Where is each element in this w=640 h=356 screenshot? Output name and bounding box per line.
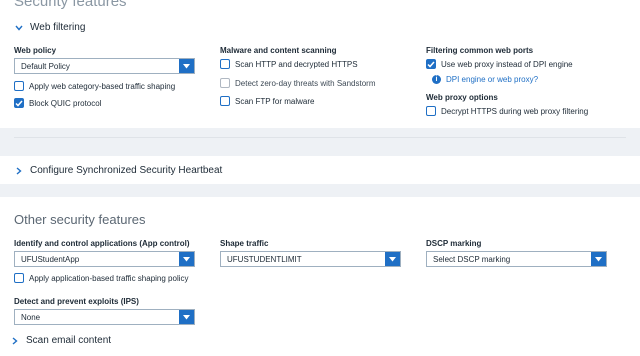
security-features-heading: Security features <box>14 0 127 10</box>
block-quic-label: Block QUIC protocol <box>29 98 102 108</box>
scan-http-label: Scan HTTP and decrypted HTTPS <box>235 59 358 69</box>
scan-http-checkbox[interactable] <box>220 59 230 69</box>
heartbeat-toggle[interactable]: Configure Synchronized Security Heartbea… <box>14 165 222 176</box>
malware-scanning-label: Malware and content scanning <box>220 46 337 55</box>
block-quic-option[interactable]: Block QUIC protocol <box>14 98 101 108</box>
dscp-select[interactable]: Select DSCP marking <box>426 251 607 267</box>
filtering-ports-label: Filtering common web ports <box>426 46 534 55</box>
shape-traffic-label: Shape traffic <box>220 239 269 248</box>
use-proxy-label: Use web proxy instead of DPI engine <box>441 59 573 69</box>
security-features-panel: Security features Web filtering Web poli… <box>0 0 640 128</box>
apply-category-shaping-option[interactable]: Apply web category-based traffic shaping <box>14 81 175 91</box>
scan-ftp-label: Scan FTP for malware <box>235 96 315 106</box>
dpi-help-link-row[interactable]: i DPI engine or web proxy? <box>432 75 538 84</box>
block-quic-checkbox[interactable] <box>14 98 24 108</box>
detect-zero-day-option[interactable]: Detect zero-day threats with Sandstorm <box>220 78 376 88</box>
app-shaping-checkbox[interactable] <box>14 273 24 283</box>
detect-zero-day-checkbox[interactable] <box>220 78 230 88</box>
web-filtering-toggle[interactable]: Web filtering <box>14 22 85 33</box>
chevron-down-icon <box>14 23 24 33</box>
apply-category-shaping-checkbox[interactable] <box>14 81 24 91</box>
dpi-help-link[interactable]: DPI engine or web proxy? <box>446 75 538 84</box>
web-filtering-label: Web filtering <box>30 22 86 33</box>
decrypt-https-label: Decrypt HTTPS during web proxy filtering <box>441 106 589 116</box>
web-policy-select[interactable]: Default Policy <box>14 58 195 74</box>
decrypt-https-checkbox[interactable] <box>426 106 436 116</box>
section-divider <box>14 137 626 138</box>
web-policy-value: Default Policy <box>21 61 70 71</box>
app-shaping-label: Apply application-based traffic shaping … <box>29 273 189 283</box>
app-shaping-option[interactable]: Apply application-based traffic shaping … <box>14 273 189 283</box>
scan-email-label: Scan email content <box>26 335 112 346</box>
decrypt-https-option[interactable]: Decrypt HTTPS during web proxy filtering <box>426 106 588 116</box>
use-proxy-option[interactable]: Use web proxy instead of DPI engine <box>426 59 573 69</box>
scan-email-toggle[interactable]: Scan email content <box>10 335 111 346</box>
scan-ftp-option[interactable]: Scan FTP for malware <box>220 96 314 106</box>
web-policy-label: Web policy <box>14 46 57 55</box>
other-features-heading: Other security features <box>14 212 146 227</box>
info-icon: i <box>432 75 441 84</box>
scan-http-option[interactable]: Scan HTTP and decrypted HTTPS <box>220 59 358 69</box>
dscp-label: DSCP marking <box>426 239 482 248</box>
ips-select[interactable]: None <box>14 309 195 325</box>
chevron-down-icon <box>591 252 606 266</box>
chevron-down-icon <box>179 59 194 73</box>
shape-traffic-select[interactable]: UFUSTUDENTLIMIT <box>220 251 401 267</box>
proxy-options-label: Web proxy options <box>426 93 498 102</box>
apply-category-shaping-label: Apply web category-based traffic shaping <box>29 81 176 91</box>
shape-traffic-value: UFUSTUDENTLIMIT <box>227 254 302 264</box>
dscp-value: Select DSCP marking <box>433 254 511 264</box>
use-proxy-checkbox[interactable] <box>426 59 436 69</box>
scan-ftp-checkbox[interactable] <box>220 96 230 106</box>
chevron-right-icon <box>14 166 24 176</box>
app-control-select[interactable]: UFUStudentApp <box>14 251 195 267</box>
app-control-label: Identify and control applications (App c… <box>14 239 190 248</box>
ips-label: Detect and prevent exploits (IPS) <box>14 297 139 306</box>
detect-zero-day-label: Detect zero-day threats with Sandstorm <box>235 78 376 88</box>
chevron-down-icon <box>179 252 194 266</box>
chevron-right-icon <box>10 336 20 346</box>
chevron-down-icon <box>385 252 400 266</box>
ips-value: None <box>21 312 41 322</box>
heartbeat-panel: Configure Synchronized Security Heartbea… <box>0 156 640 184</box>
heartbeat-label: Configure Synchronized Security Heartbea… <box>30 165 223 176</box>
chevron-down-icon <box>179 310 194 324</box>
other-features-panel: Other security features Identify and con… <box>0 197 640 356</box>
app-control-value: UFUStudentApp <box>21 254 80 264</box>
